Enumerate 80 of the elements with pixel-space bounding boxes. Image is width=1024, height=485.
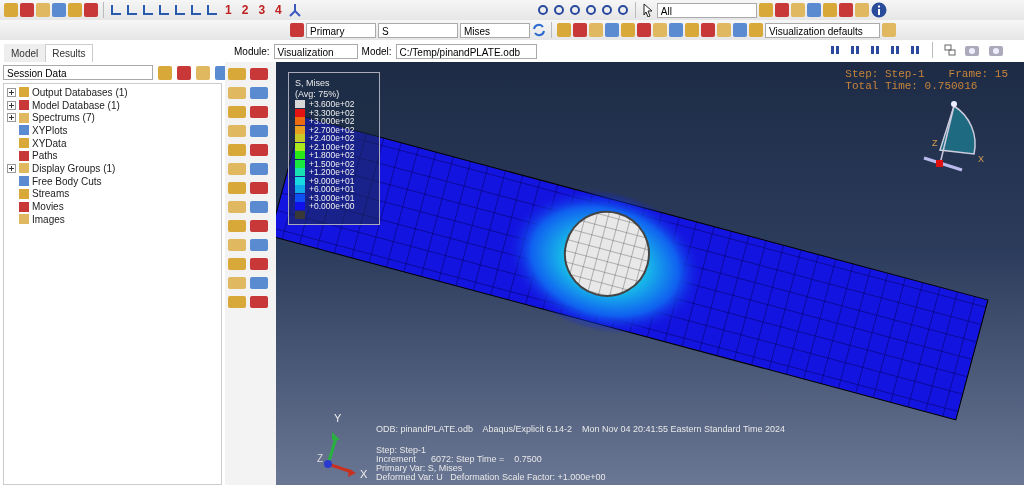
expand-icon[interactable] [7,100,16,110]
info-text: Step: Step-1 [376,446,428,455]
tree-node-icon [19,87,29,98]
tree-item[interactable]: Spectrums (7) [32,112,95,124]
view-orientation-drawing: Z X [912,98,992,178]
camera-icon[interactable] [988,43,1004,57]
view-number-button[interactable]: 4 [271,3,286,17]
legend-value: +1.800e+02 [309,151,355,160]
legend-value: +2.700e+02 [309,125,355,134]
axis-view-icon[interactable] [141,3,155,17]
legend-value: +0.000e+00 [309,202,355,211]
tree-node-icon [19,201,29,212]
tree-item[interactable]: Images [32,213,65,225]
legend-value: +2.400e+02 [309,134,355,143]
variable-dropdown[interactable]: S [378,22,458,38]
step-text: Step: Step-1 [845,68,925,80]
axis-view-icon[interactable] [125,3,139,17]
module-dropdown[interactable]: Visualization [273,44,358,59]
legend-value: +9.000e+01 [309,176,355,185]
tree-node-icon [19,150,29,161]
cursor-icon[interactable] [640,3,655,17]
panel-tab[interactable]: Results [45,44,93,62]
tree-node-icon [19,112,29,123]
tree-item[interactable]: Free Body Cuts [32,175,102,187]
info-text: Deformed Var: U Deformation Scale Factor: +1.000e+00 [376,473,606,482]
axis-view-icon[interactable] [157,3,171,17]
tree-item[interactable]: Output Databases (1) [32,86,128,98]
camera-icon[interactable] [964,43,980,57]
step-option-dropdown[interactable]: Primary [306,22,376,38]
tree-node-icon [19,100,29,111]
tree-item[interactable]: Movies [32,201,64,213]
frame-text: Frame: 15 [948,68,1008,80]
legend-value: +3.000e+02 [309,117,355,126]
legend-value: +1.500e+02 [309,159,355,168]
legend-title: S, Mises [295,78,331,89]
info-icon[interactable] [870,2,887,18]
module-label: Module: [234,46,270,57]
title-block-text: ODB: pinandPLATE.odb Abaqus/Explicit 6.14-2 Mon Nov 04 20:41:55 Eastern Standard Time 2024 [376,424,786,434]
tree-item[interactable]: XYPlots [32,124,68,136]
expand-icon[interactable] [7,87,16,97]
tree-item[interactable]: Display Groups (1) [32,162,116,174]
pause-icon[interactable] [829,44,841,56]
axis-view-icon[interactable] [189,3,203,17]
total-time-text: Total Time: 0.750016 [845,80,979,92]
view-number-button[interactable]: 3 [254,3,270,17]
style-dropdown[interactable]: Visualization defaults [765,22,880,38]
tree-node-icon [19,125,29,136]
tree-item[interactable]: XYData [32,137,67,149]
tree-node-icon [19,163,29,174]
axis-triad-drawing: Y Z X [312,412,372,482]
tree-node-icon [19,138,29,149]
info-text: Primary Var: S, Mises [376,464,463,473]
legend-value: +6.000e+01 [309,185,355,194]
tree-node-icon [19,188,29,199]
tree-item[interactable]: Model Database (1) [32,99,120,111]
view-number-button[interactable]: 2 [237,3,253,17]
expand-icon[interactable] [7,163,16,173]
tree-item[interactable]: Paths [32,150,58,162]
legend-subtitle: (Avg: 75%) [295,89,341,100]
tree-node-icon [19,214,29,225]
invariant-dropdown[interactable]: Mises [460,22,530,38]
frames-icon[interactable] [944,44,956,56]
tree-item[interactable]: Streams [32,188,70,200]
view-number-button[interactable]: 1 [221,3,236,17]
legend-value: +3.600e+02 [309,100,355,109]
panel-tab[interactable]: Model [4,44,46,62]
refresh-icon[interactable] [532,23,546,37]
model-label: Model: [361,46,392,57]
model-dropdown[interactable]: C:/Temp/pinandPLATE.odb [395,44,538,59]
legend-value: +3.000e+01 [309,193,355,202]
selection-filter-dropdown[interactable]: All [656,2,757,18]
tree-node-icon [19,176,29,187]
info-text: Increment 6072: Step Time = 0.7500 [376,455,543,464]
session-data-dropdown[interactable]: Session Data [3,65,153,80]
axis-view-icon[interactable] [109,3,123,17]
legend-value: +3.300e+02 [309,108,355,117]
expand-icon[interactable] [7,113,16,123]
legend-value: +1.200e+02 [309,168,355,177]
axis-view-icon[interactable] [173,3,187,17]
legend-value: +2.100e+02 [309,142,355,151]
